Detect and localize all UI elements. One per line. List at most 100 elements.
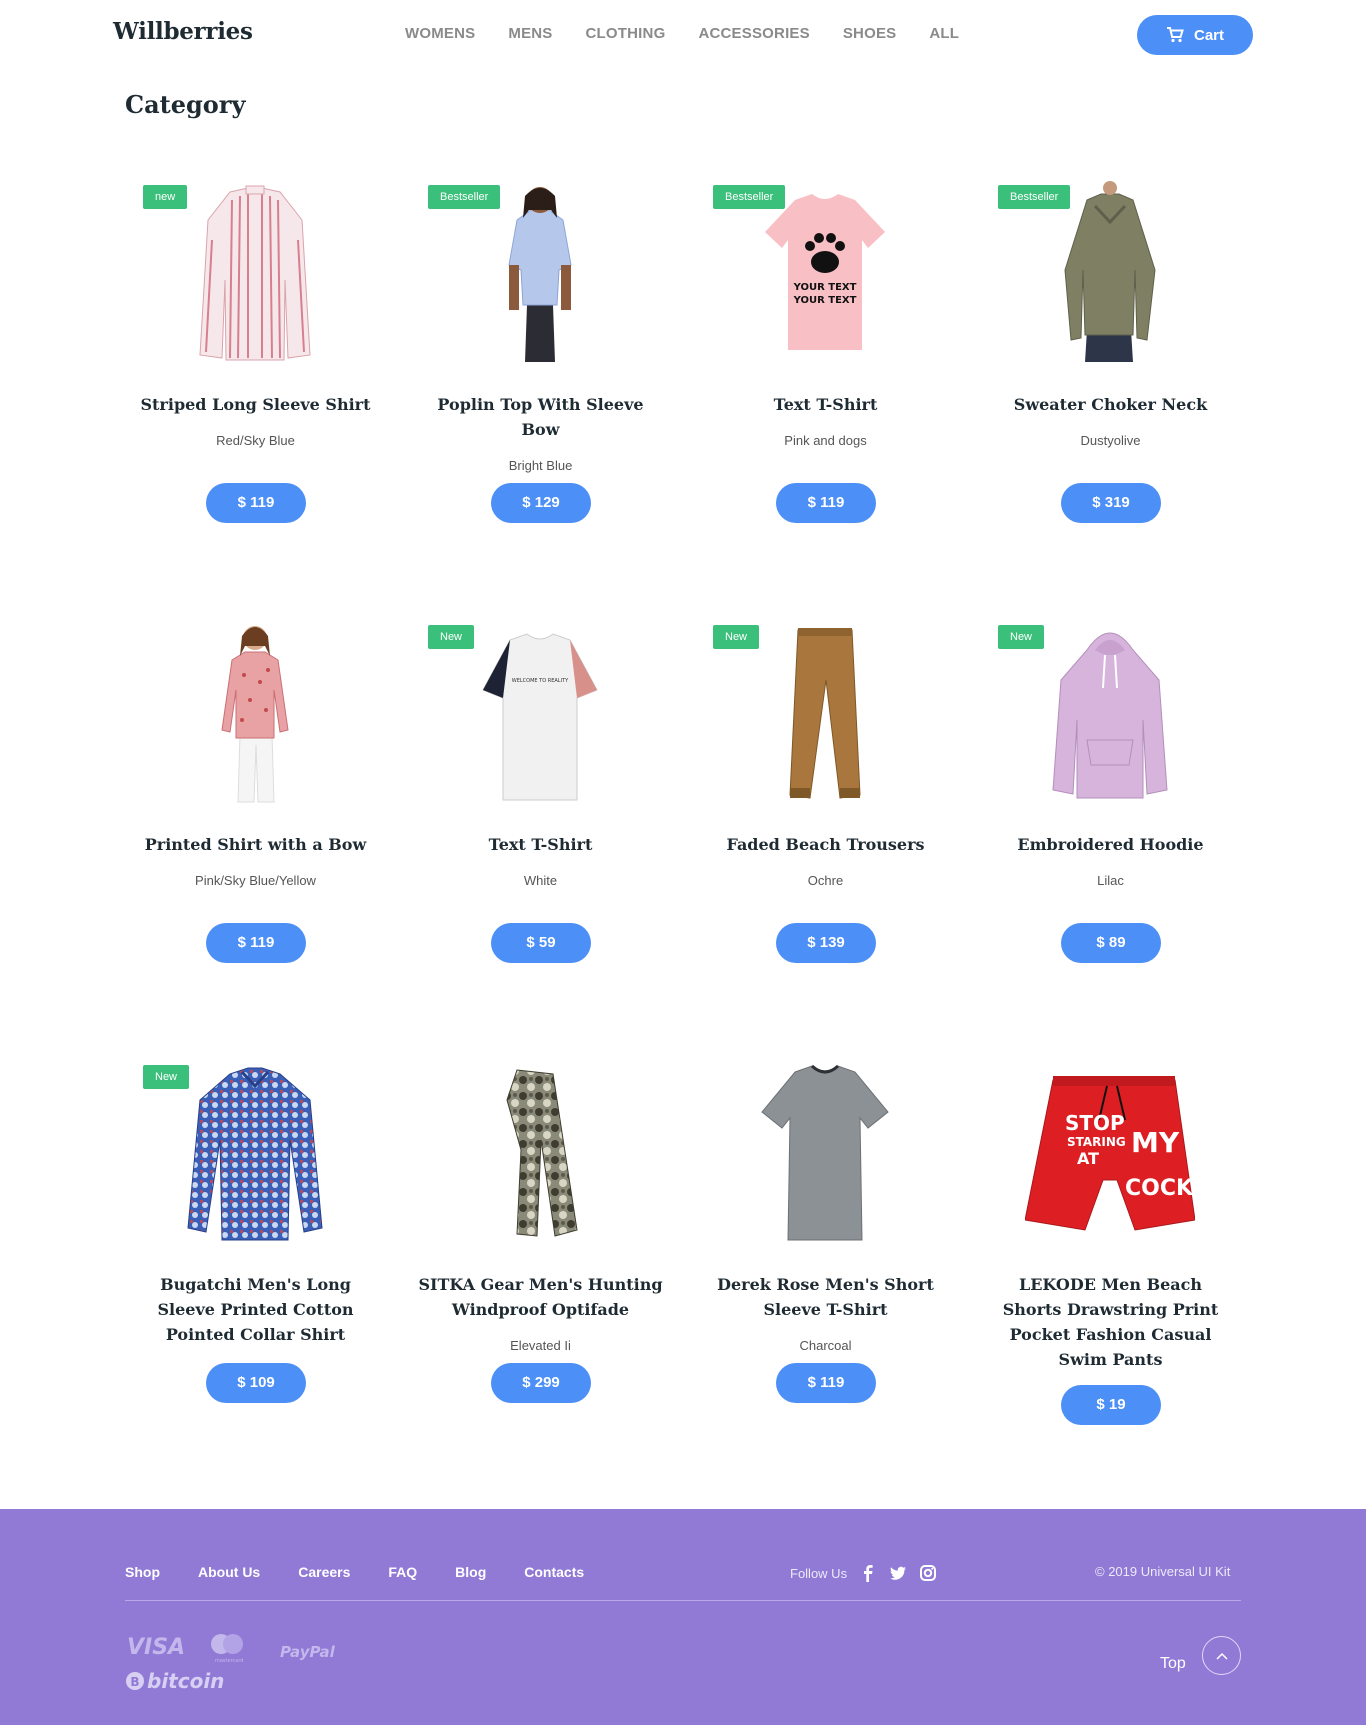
product-title[interactable]: Faded Beach Trousers: [703, 832, 948, 857]
product-badge: Bestseller: [428, 185, 501, 209]
paypal-logo: PayPal: [280, 1643, 336, 1661]
scroll-top-button[interactable]: [1202, 1636, 1241, 1675]
shirt-print-text: WELCOME TO REALITY: [512, 678, 569, 684]
product-grid: new Striped Long Sleeve Shirt Red/Sky Bl…: [113, 170, 1258, 1490]
product-color: Pink/Sky Blue/Yellow: [195, 873, 316, 888]
price-button[interactable]: $ 129: [491, 483, 591, 523]
page-title: Category: [125, 90, 246, 119]
price-button[interactable]: $ 299: [491, 1363, 591, 1403]
svg-text:B: B: [130, 1675, 139, 1689]
product-info: SITKA Gear Men's Hunting Windproof Optif…: [418, 1272, 663, 1353]
product-title[interactable]: Derek Rose Men's Short Sleeve T-Shirt: [703, 1272, 948, 1322]
product-card[interactable]: STOP STARING AT MY COCK LEKODE Men Beach…: [968, 1050, 1253, 1490]
nav-accessories[interactable]: ACCESSORIES: [698, 25, 809, 42]
footer-link-shop[interactable]: Shop: [125, 1564, 160, 1580]
price-button[interactable]: $ 59: [491, 923, 591, 963]
white-tshirt-image[interactable]: WELCOME TO REALITY: [455, 620, 625, 810]
product-title[interactable]: LEKODE Men Beach Shorts Drawstring Print…: [988, 1272, 1233, 1372]
twitter-icon[interactable]: [889, 1564, 907, 1582]
product-color: Red/Sky Blue: [216, 433, 295, 448]
nav-shoes[interactable]: SHOES: [843, 25, 897, 42]
product-title[interactable]: Bugatchi Men's Long Sleeve Printed Cotto…: [133, 1272, 378, 1347]
product-info: Striped Long Sleeve Shirt Red/Sky Blue: [133, 392, 378, 448]
shorts-print-text: MY: [1131, 1126, 1180, 1159]
product-card[interactable]: New Bugatchi Men's Long Sleeve Printed C…: [113, 1050, 398, 1490]
product-card[interactable]: WELCOME TO REALITY New Text T-Shirt Whit…: [398, 610, 683, 1050]
product-info: Embroidered Hoodie Lilac: [988, 832, 1233, 888]
cart-button[interactable]: Cart: [1137, 15, 1253, 55]
periwinkle-shirt-image[interactable]: [170, 1060, 340, 1250]
product-color: Bright Blue: [508, 458, 573, 473]
printed-shirt-image[interactable]: [170, 620, 340, 810]
price-button[interactable]: $ 119: [776, 1363, 876, 1403]
price-button[interactable]: $ 119: [206, 923, 306, 963]
footer-link-about[interactable]: About Us: [198, 1564, 260, 1580]
product-info: Sweater Choker Neck Dustyolive: [988, 392, 1233, 448]
product-card[interactable]: YOUR TEXT YOUR TEXT Bestseller Text T-Sh…: [683, 170, 968, 610]
price-button[interactable]: $ 119: [776, 483, 876, 523]
follow-label: Follow Us: [790, 1565, 848, 1581]
mastercard-logo: mastercard: [215, 1658, 243, 1664]
product-title[interactable]: Printed Shirt with a Bow: [133, 832, 378, 857]
price-button[interactable]: $ 139: [776, 923, 876, 963]
cart-label: Cart: [1193, 26, 1224, 44]
product-badge: New: [713, 625, 760, 649]
product-card[interactable]: New Embroidered Hoodie Lilac $ 89: [968, 610, 1253, 1050]
product-color: Charcoal: [799, 1338, 852, 1353]
price-button[interactable]: $ 319: [1061, 483, 1161, 523]
product-card[interactable]: new Striped Long Sleeve Shirt Red/Sky Bl…: [113, 170, 398, 610]
facebook-icon[interactable]: [859, 1564, 877, 1582]
product-badge: Bestseller: [713, 185, 786, 209]
product-title[interactable]: Text T-Shirt: [703, 392, 948, 417]
camo-pants-image[interactable]: [455, 1060, 625, 1250]
top-label[interactable]: Top: [1160, 1655, 1186, 1673]
footer-link-contacts[interactable]: Contacts: [524, 1564, 584, 1580]
payment-logos: VISA mastercard PayPal B bitcoin: [126, 1634, 336, 1693]
footer-nav: Shop About Us Careers FAQ Blog Contacts: [125, 1564, 622, 1580]
product-card[interactable]: Bestseller Poplin Top With Sleeve Bow Br…: [398, 170, 683, 610]
instagram-icon[interactable]: [919, 1564, 937, 1582]
shirt-print-text: YOUR TEXT: [793, 295, 857, 306]
footer: Shop About Us Careers FAQ Blog Contacts …: [0, 1509, 1366, 1725]
product-card[interactable]: Printed Shirt with a Bow Pink/Sky Blue/Y…: [113, 610, 398, 1050]
nav-all[interactable]: ALL: [929, 25, 959, 42]
product-info: Poplin Top With Sleeve Bow Bright Blue: [418, 392, 663, 473]
red-shorts-image[interactable]: STOP STARING AT MY COCK: [1025, 1060, 1195, 1250]
nav-womens[interactable]: WOMENS: [405, 25, 475, 42]
footer-link-careers[interactable]: Careers: [298, 1564, 350, 1580]
nav-mens[interactable]: MENS: [508, 25, 552, 42]
product-color: Ochre: [807, 873, 844, 888]
product-title[interactable]: Striped Long Sleeve Shirt: [133, 392, 378, 417]
product-title[interactable]: SITKA Gear Men's Hunting Windproof Optif…: [418, 1272, 663, 1322]
lilac-hoodie-image[interactable]: [1025, 620, 1195, 810]
product-info: Text T-Shirt Pink and dogs: [703, 392, 948, 448]
price-button[interactable]: $ 89: [1061, 923, 1161, 963]
product-title[interactable]: Sweater Choker Neck: [988, 392, 1233, 417]
product-info: Text T-Shirt White: [418, 832, 663, 888]
product-title[interactable]: Poplin Top With Sleeve Bow: [418, 392, 663, 442]
header: Willberries WOMENS MENS CLOTHING ACCESSO…: [0, 0, 1366, 72]
main-nav: WOMENS MENS CLOTHING ACCESSORIES SHOES A…: [405, 25, 992, 42]
nav-clothing[interactable]: CLOTHING: [586, 25, 666, 42]
product-card[interactable]: New Faded Beach Trousers Ochre $ 139: [683, 610, 968, 1050]
ochre-trousers-image[interactable]: [740, 620, 910, 810]
product-card[interactable]: Bestseller Sweater Choker Neck Dustyoliv…: [968, 170, 1253, 610]
logo[interactable]: Willberries: [113, 18, 253, 45]
chevron-up-icon: [1215, 1652, 1228, 1660]
price-button[interactable]: $ 119: [206, 483, 306, 523]
price-button[interactable]: $ 109: [206, 1363, 306, 1403]
product-info: Faded Beach Trousers Ochre: [703, 832, 948, 888]
visa-logo: VISA: [127, 1635, 185, 1660]
footer-link-blog[interactable]: Blog: [455, 1564, 486, 1580]
product-title[interactable]: Text T-Shirt: [418, 832, 663, 857]
price-button[interactable]: $ 19: [1061, 1385, 1161, 1425]
product-info: Printed Shirt with a Bow Pink/Sky Blue/Y…: [133, 832, 378, 888]
product-card[interactable]: SITKA Gear Men's Hunting Windproof Optif…: [398, 1050, 683, 1490]
product-card[interactable]: Derek Rose Men's Short Sleeve T-Shirt Ch…: [683, 1050, 968, 1490]
bitcoin-logo: bitcoin: [147, 1669, 224, 1693]
product-info: Derek Rose Men's Short Sleeve T-Shirt Ch…: [703, 1272, 948, 1353]
product-title[interactable]: Embroidered Hoodie: [988, 832, 1233, 857]
charcoal-tshirt-image[interactable]: [740, 1060, 910, 1250]
footer-link-faq[interactable]: FAQ: [388, 1564, 417, 1580]
striped-shirt-image[interactable]: [170, 180, 340, 370]
